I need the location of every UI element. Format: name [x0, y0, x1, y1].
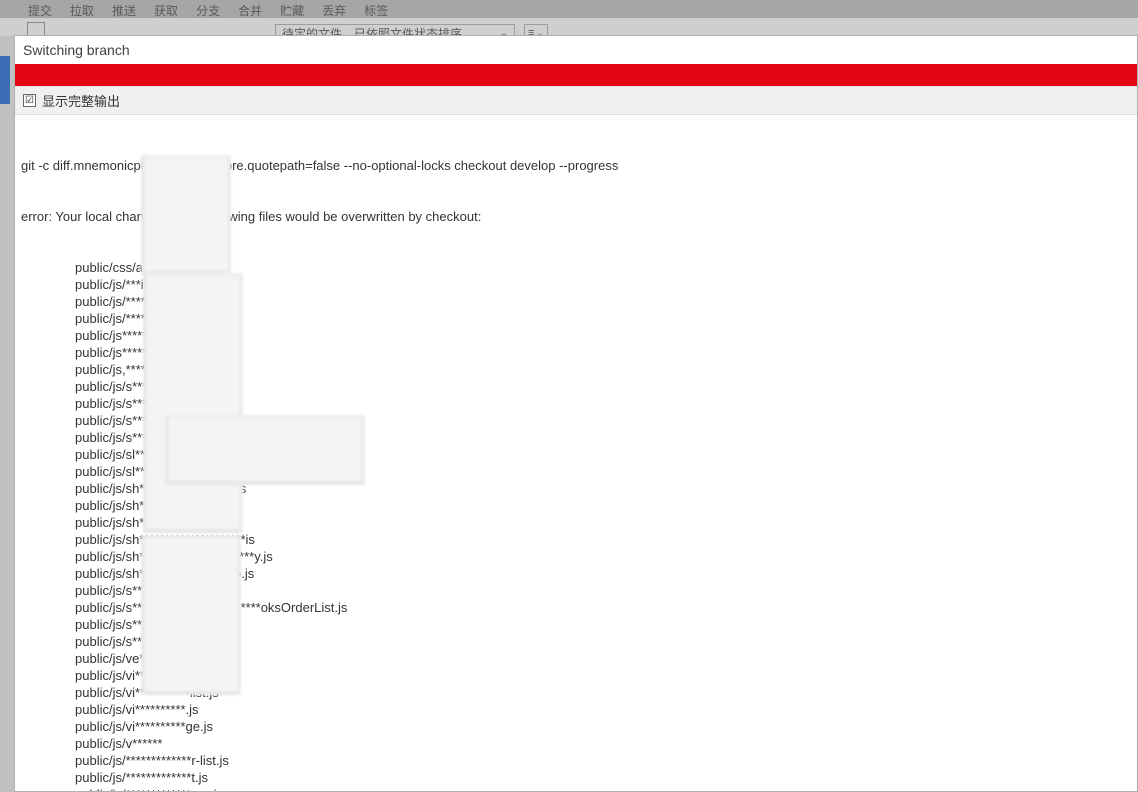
bg-tab: 拉取 [70, 2, 94, 19]
bg-selected-indicator [0, 56, 10, 104]
bg-tab: 标签 [364, 2, 388, 19]
bg-tab: 贮藏 [280, 2, 304, 19]
show-full-output-label: 显示完整输出 [42, 91, 120, 110]
output-file: public/js/*************t.js [21, 769, 1131, 786]
bg-tab: 分支 [196, 2, 220, 19]
censor-block [165, 415, 365, 485]
censor-block [141, 155, 231, 275]
bg-tab: 丢弃 [322, 2, 346, 19]
show-full-output-checkbox[interactable]: ☑ [23, 94, 36, 107]
output-file: public/js/vi**********ge.js [21, 718, 1131, 735]
dialog-options-row: ☑ 显示完整输出 [15, 86, 1137, 115]
censor-block [143, 273, 243, 533]
dialog-output-body[interactable]: git -c diff.mnemonicprefix=false -c core… [15, 115, 1137, 791]
output-file: public/js/v****** [21, 735, 1131, 752]
bg-tab-strip: 提交 拉取 推送 获取 分支 合并 贮藏 丢弃 标签 [0, 0, 1138, 18]
bg-small-box [27, 22, 45, 36]
switching-branch-dialog: Switching branch ☑ 显示完整输出 git -c diff.mn… [14, 35, 1138, 792]
dialog-error-bar [15, 64, 1137, 86]
bg-tab: 获取 [154, 2, 178, 19]
dialog-title: Switching branch [15, 36, 1137, 64]
bg-toolbar [0, 18, 1138, 36]
censor-block [141, 535, 241, 695]
bg-tab: 合并 [238, 2, 262, 19]
output-file: public/js/*************rge.js [21, 786, 1131, 791]
bg-tab: 推送 [112, 2, 136, 19]
output-file: public/js/*************r-list.js [21, 752, 1131, 769]
bg-tab: 提交 [28, 2, 52, 19]
bg-left-strip [0, 40, 14, 792]
output-file: public/js/vi**********.js [21, 701, 1131, 718]
